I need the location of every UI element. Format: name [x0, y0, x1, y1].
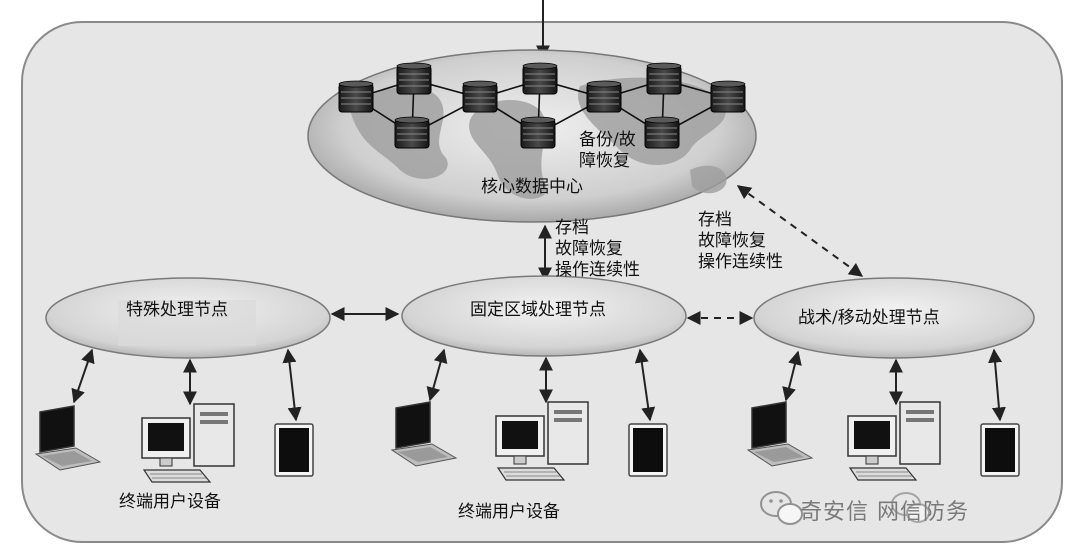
server-icon [586, 80, 622, 113]
network-architecture-diagram [21, 0, 1063, 543]
core-backup-label-line2: 障恢复 [579, 151, 630, 171]
vertical-link-label-line1: 存档 [555, 218, 589, 238]
server-icon [396, 62, 432, 95]
diagonal-link-label-line3: 操作连续性 [698, 252, 783, 272]
terminal-devices-label-center: 终端用户设备 [458, 502, 560, 522]
server-icon [522, 62, 558, 95]
server-icon [338, 80, 374, 113]
core-datacenter-label: 核心数据中心 [481, 177, 583, 197]
tactical-node-label: 战术/移动处理节点 [798, 308, 940, 328]
tablet-icon [980, 423, 1020, 477]
tablet-icon [274, 423, 314, 477]
diagonal-link-label-line1: 存档 [698, 210, 732, 230]
diagonal-link-label-line2: 故障恢复 [698, 231, 766, 251]
server-icon [462, 80, 498, 113]
server-icon [646, 62, 682, 95]
core-backup-label-line1: 备份/故 [579, 130, 636, 150]
watermark-text: 奇安信 网信防务 [800, 500, 969, 525]
server-icon [644, 116, 680, 149]
server-icon [520, 116, 556, 149]
terminal-devices-label-left: 终端用户设备 [119, 492, 221, 512]
fixed-node-label: 固定区域处理节点 [470, 300, 606, 320]
server-icon [394, 116, 430, 149]
server-icon [710, 80, 746, 113]
vertical-link-label-line2: 故障恢复 [555, 239, 623, 259]
vertical-link-label-line3: 操作连续性 [555, 260, 640, 280]
tablet-icon [628, 423, 668, 477]
special-node-label: 特殊处理节点 [126, 300, 228, 320]
